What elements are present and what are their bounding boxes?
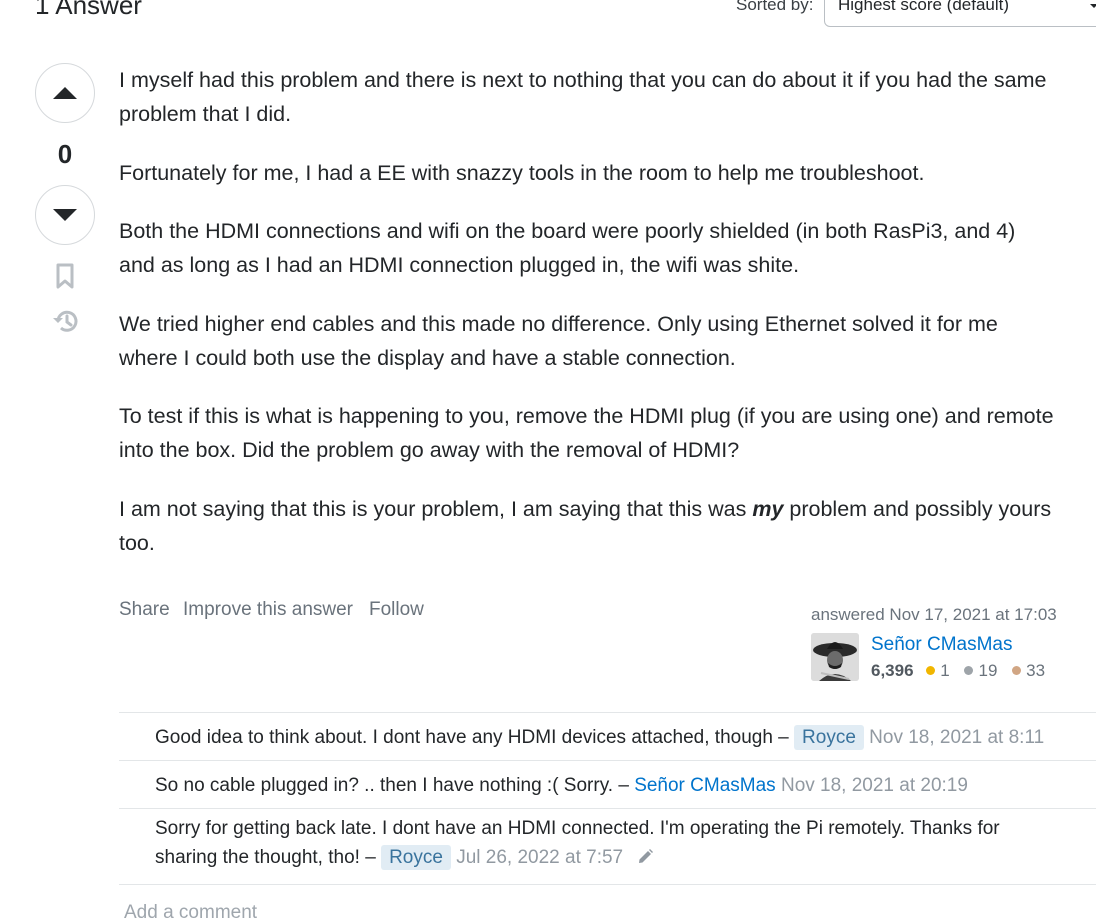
vote-count: 0 bbox=[57, 139, 73, 169]
silver-badge-count: 19 bbox=[978, 661, 998, 680]
comment: Good idea to think about. I dont have an… bbox=[119, 713, 1096, 761]
comment-date[interactable]: Nov 18, 2021 at 8:11 bbox=[869, 727, 1044, 748]
gold-badge-icon bbox=[926, 666, 936, 675]
sort-select-value: Highest score (default) bbox=[838, 0, 1010, 14]
comment-date[interactable]: Jul 26, 2022 at 7:57 bbox=[456, 847, 623, 868]
answer-paragraph: Fortunately for me, I had a EE with snaz… bbox=[119, 160, 925, 185]
gold-badge-count: 1 bbox=[940, 661, 950, 680]
answers-header: 1 Answer Sorted by: Highest score (defau… bbox=[0, 0, 1096, 40]
comment-user-link[interactable]: Señor CMasMas bbox=[634, 775, 776, 796]
sort-label: Sorted by: bbox=[736, 0, 814, 14]
comment: Sorry for getting back late. I dont have… bbox=[119, 809, 1096, 885]
chevron-up-down-icon bbox=[1090, 4, 1096, 8]
follow-link[interactable]: Follow bbox=[369, 598, 424, 622]
add-comment-link[interactable]: Add a comment bbox=[124, 900, 257, 920]
comment-text: Sorry for getting back late. I dont have… bbox=[155, 818, 1000, 839]
comment-user-link[interactable]: Royce bbox=[381, 845, 451, 870]
share-link[interactable]: Share bbox=[119, 598, 170, 622]
avatar[interactable] bbox=[811, 633, 859, 681]
comments-list: Good idea to think about. I dont have an… bbox=[119, 712, 1096, 885]
answer-paragraph: I am not saying that this is your proble… bbox=[119, 496, 1052, 555]
comment-date[interactable]: Nov 18, 2021 at 20:19 bbox=[781, 775, 968, 796]
improve-answer-link[interactable]: Improve this answer bbox=[183, 598, 353, 622]
sort-select[interactable]: Highest score (default) bbox=[824, 0, 1096, 27]
bookmark-icon[interactable] bbox=[55, 262, 75, 290]
answered-timestamp[interactable]: answered Nov 17, 2021 at 17:03 bbox=[811, 603, 1057, 627]
upvote-button[interactable] bbox=[35, 63, 95, 123]
comment-text: Good idea to think about. I dont have an… bbox=[155, 727, 789, 748]
avatar-image bbox=[811, 633, 859, 681]
comment: So no cable plugged in? .. then I have n… bbox=[119, 761, 1096, 809]
pencil-icon bbox=[639, 849, 654, 863]
comment-text: sharing the thought, tho! – bbox=[155, 847, 376, 868]
comment-text: So no cable plugged in? .. then I have n… bbox=[155, 775, 629, 796]
answer-paragraph: I myself had this problem and there is n… bbox=[119, 68, 1047, 126]
downvote-button[interactable] bbox=[35, 185, 95, 245]
triangle-down-icon bbox=[53, 209, 77, 221]
history-icon[interactable] bbox=[49, 306, 81, 336]
reputation-score: 6,396 bbox=[871, 661, 914, 680]
comment-user-link[interactable]: Royce bbox=[794, 725, 864, 750]
answer-paragraph: Both the HDMI connections and wifi on th… bbox=[119, 219, 1016, 277]
emphasis-text: my bbox=[752, 496, 784, 521]
answers-count: 1 Answer bbox=[35, 0, 142, 20]
bronze-badge-count: 33 bbox=[1026, 661, 1046, 680]
triangle-up-icon bbox=[53, 87, 77, 99]
answer-body: I myself had this problem and there is n… bbox=[119, 63, 1096, 584]
bronze-badge-icon bbox=[1012, 666, 1022, 675]
answer-paragraph: To test if this is what is happening to … bbox=[119, 404, 1054, 462]
answer-paragraph: We tried higher end cables and this made… bbox=[119, 311, 998, 370]
user-reputation: 6,396 1 19 33 bbox=[871, 659, 1055, 683]
silver-badge-icon bbox=[964, 666, 974, 675]
user-name-link[interactable]: Señor CMasMas bbox=[871, 633, 1013, 657]
